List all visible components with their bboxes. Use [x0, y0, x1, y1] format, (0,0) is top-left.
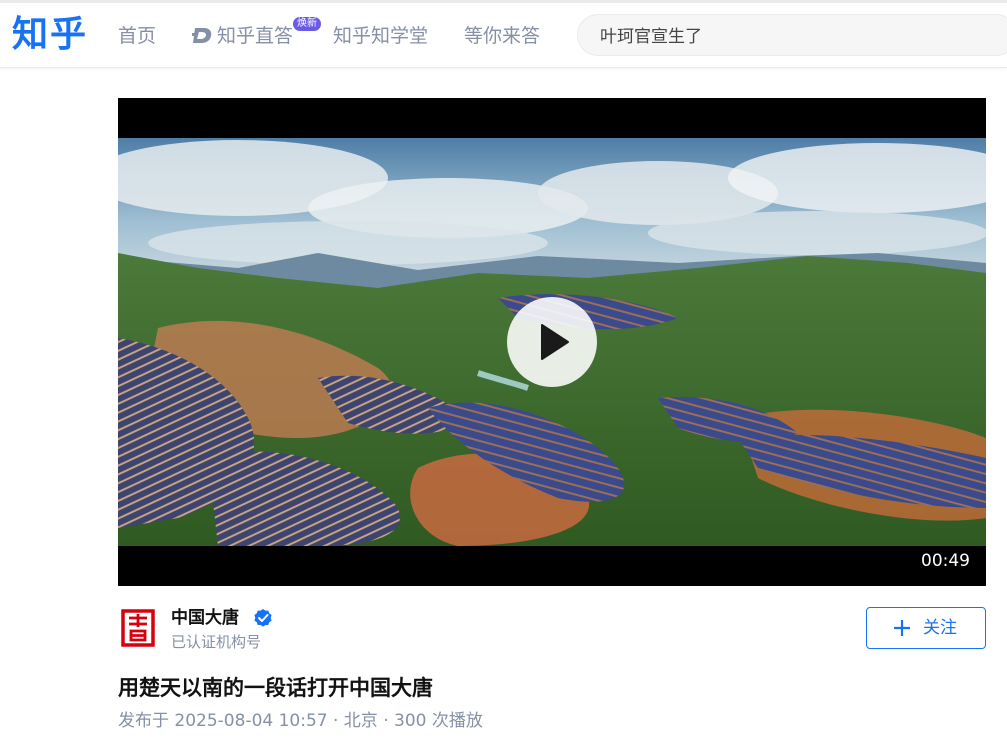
- datang-logo-icon: [121, 609, 155, 647]
- author-subtitle: 已认证机构号: [171, 633, 262, 651]
- play-icon: [541, 324, 569, 360]
- play-button[interactable]: [507, 297, 597, 387]
- search-box[interactable]: [577, 14, 1007, 56]
- zhihu-logo[interactable]: 知乎: [12, 11, 88, 59]
- post-meta: 发布于 2025-08-04 10:57 · 北京 · 300 次播放: [118, 711, 483, 731]
- top-header: 知乎 首页 知乎直答 焕新 知乎知学堂 等你来答: [0, 3, 1007, 68]
- nav-xuetang[interactable]: 知乎知学堂: [333, 23, 428, 49]
- follow-button-label: 关注: [923, 618, 957, 638]
- nav-wait-answer[interactable]: 等你来答: [464, 23, 540, 49]
- video-player[interactable]: 00:49: [118, 98, 986, 586]
- video-duration: 00:49: [921, 551, 970, 571]
- nav-zhida[interactable]: 知乎直答: [192, 23, 293, 52]
- verified-check-icon: [253, 608, 273, 632]
- zhida-icon: [192, 25, 214, 52]
- nav-zhida-badge: 焕新: [293, 17, 321, 31]
- follow-button[interactable]: 关注: [866, 607, 986, 649]
- post-title: 用楚天以南的一段话打开中国大唐: [118, 676, 433, 700]
- page: 知乎 首页 知乎直答 焕新 知乎知学堂 等你来答 叶珂官宣生了 00:49 中国…: [0, 0, 1007, 741]
- author-avatar[interactable]: [118, 607, 160, 649]
- plus-icon: [894, 620, 910, 636]
- search-input[interactable]: [598, 24, 982, 50]
- nav-home[interactable]: 首页: [118, 23, 156, 49]
- author-name[interactable]: 中国大唐: [171, 606, 239, 630]
- nav-zhida-label: 知乎直答: [217, 25, 294, 47]
